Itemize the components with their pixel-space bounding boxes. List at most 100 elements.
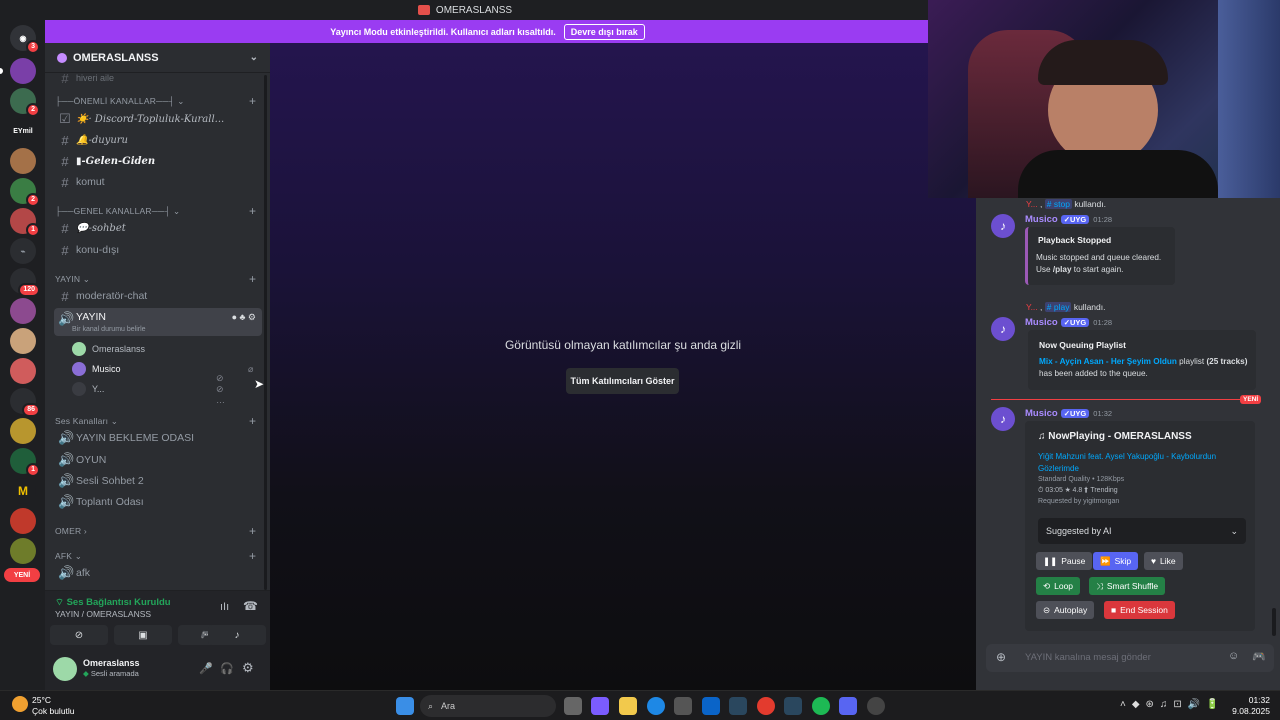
- add-channel-icon[interactable]: +: [249, 549, 256, 563]
- category-important[interactable]: ├──ÖNEMLİ KANALLAR──┤ ⌄ +: [55, 94, 256, 108]
- category-voice[interactable]: Ses Kanalları ⌄ +: [55, 414, 256, 428]
- channel-komut[interactable]: # komut: [54, 172, 262, 192]
- channel-gelen-giden[interactable]: # ▮ -Gelen-Giden: [54, 151, 262, 171]
- file-explorer-icon[interactable]: [619, 697, 637, 715]
- screen-share-button[interactable]: ▣: [114, 625, 172, 645]
- pause-button[interactable]: ❚❚ Pause: [1036, 552, 1093, 570]
- server-icon[interactable]: [10, 148, 36, 174]
- username[interactable]: Omeraslanss: [83, 658, 140, 668]
- like-button[interactable]: ♥ Like: [1144, 552, 1183, 570]
- server-icon[interactable]: 1: [10, 448, 40, 477]
- store-icon[interactable]: [674, 697, 692, 715]
- voice-channel-path[interactable]: YAYIN / OMERASLANSS: [55, 609, 151, 619]
- microphone-icon[interactable]: 🎤: [199, 662, 213, 675]
- track-link[interactable]: Yiğit Mahzuni feat. Aysel Yakupoğlu - Ka…: [1038, 451, 1248, 475]
- add-attachment-icon[interactable]: ⊕: [996, 650, 1006, 664]
- voice-channel[interactable]: 🔊 YAYIN BEKLEME ODASI: [54, 428, 262, 448]
- voice-status[interactable]: ⌔ Ses Bağlantısı Kuruldu: [55, 597, 171, 608]
- avatar[interactable]: [53, 657, 77, 681]
- voice-member[interactable]: Omeraslanss: [72, 340, 145, 358]
- spotify-icon[interactable]: [812, 697, 830, 715]
- steam-icon[interactable]: [784, 697, 802, 715]
- bot-avatar[interactable]: ♪: [991, 407, 1015, 431]
- server-icon[interactable]: EYmil: [10, 118, 36, 144]
- outlook-icon[interactable]: [702, 697, 720, 715]
- channel-faded[interactable]: # hiveri aile: [54, 73, 262, 83]
- server-icon[interactable]: [10, 418, 36, 444]
- add-channel-icon[interactable]: +: [249, 524, 256, 538]
- server-icon[interactable]: [10, 328, 36, 354]
- emoji-icon[interactable]: ☺: [1228, 650, 1239, 662]
- speaker-icon[interactable]: ⌁: [10, 238, 36, 264]
- skip-button[interactable]: ⏩ Skip: [1093, 552, 1139, 570]
- discord-home-icon[interactable]: ◉ 3: [10, 25, 40, 54]
- loop-button[interactable]: ⟲ Loop: [1036, 577, 1081, 595]
- voice-member[interactable]: Y... ⊘ ⊘ …: [72, 373, 225, 405]
- add-channel-icon[interactable]: +: [249, 414, 256, 428]
- noise-icon[interactable]: ıIı: [220, 601, 229, 613]
- message-input[interactable]: ⊕ YAYIN kanalına mesaj gönder ☺ 🎮: [986, 644, 1274, 672]
- camera-off-button[interactable]: ⊘: [50, 625, 108, 645]
- show-all-participants-button[interactable]: Tüm Katılımcıları Göster: [566, 368, 679, 394]
- channel-status[interactable]: Bir kanal durumu belirle: [72, 326, 146, 333]
- autoplay-button[interactable]: ⊝ Autoplay: [1036, 601, 1095, 619]
- voice-channel[interactable]: 🔊 Toplantı Odası: [54, 492, 262, 512]
- channel-moderator-chat[interactable]: # moderatör-chat: [54, 286, 262, 306]
- add-channel-icon[interactable]: +: [249, 204, 256, 218]
- server-icon[interactable]: [10, 508, 36, 534]
- app-icon[interactable]: [867, 697, 885, 715]
- server-icon[interactable]: 2: [10, 88, 40, 117]
- category-yayin[interactable]: YAYIN ⌄ +: [55, 272, 256, 286]
- weather-temp[interactable]: 25°C: [32, 695, 51, 705]
- voice-channel[interactable]: 🔊 Sesli Sohbet 2: [54, 471, 262, 491]
- category-omer[interactable]: OMER › +: [55, 524, 256, 538]
- channel-rules[interactable]: ☑ ☀️ · Discord-Topluluk-Kurall...: [54, 109, 262, 129]
- add-channel-icon[interactable]: +: [249, 94, 256, 108]
- settings-gear-icon[interactable]: ⚙: [242, 660, 254, 676]
- category-afk[interactable]: AFK ⌄ +: [55, 549, 256, 563]
- server-icon[interactable]: 2: [10, 178, 40, 207]
- category-general[interactable]: ├──GENEL KANALLAR──┤ ⌄ +: [55, 204, 256, 218]
- server-icon[interactable]: M: [10, 478, 36, 504]
- bot-avatar[interactable]: ♪: [991, 214, 1015, 238]
- server-icon[interactable]: 120: [10, 268, 40, 297]
- disable-button[interactable]: Devre dışı bırak: [563, 23, 645, 40]
- channel-sohbet[interactable]: # 💬 -sohbet: [54, 218, 262, 238]
- server-icon[interactable]: 1: [10, 208, 40, 237]
- steam-icon[interactable]: [729, 697, 747, 715]
- server-icon[interactable]: [10, 298, 36, 324]
- weather-desc[interactable]: Çok bulutlu: [32, 706, 75, 716]
- voice-channel-afk[interactable]: 🔊 afk: [54, 563, 262, 583]
- chat-scrollbar[interactable]: [1272, 608, 1276, 636]
- copilot-icon[interactable]: [591, 697, 609, 715]
- task-view-icon[interactable]: [564, 697, 582, 715]
- soundboard-button[interactable]: ♪: [208, 625, 266, 645]
- discord-icon[interactable]: [839, 697, 857, 715]
- chrome-icon[interactable]: [757, 697, 775, 715]
- headphones-icon[interactable]: 🎧: [220, 662, 234, 675]
- smart-shuffle-button[interactable]: ⤨ Smart Shuffle: [1089, 577, 1166, 595]
- clock-time[interactable]: 01:32: [1240, 695, 1270, 705]
- gamepad-icon[interactable]: 🎮: [1252, 650, 1266, 663]
- channel-duyuru[interactable]: # 🔔 -duyuru: [54, 130, 262, 150]
- edge-icon[interactable]: [647, 697, 665, 715]
- channel-konu-disi[interactable]: # konu-dışı: [54, 240, 262, 260]
- voice-channel-yayin[interactable]: 🔊 YAYIN Bir kanal durumu belirle ● ♣ ⚙: [54, 308, 262, 336]
- voice-channel[interactable]: 🔊 OYUN: [54, 450, 262, 470]
- server-icon[interactable]: [10, 358, 36, 384]
- server-icon[interactable]: [10, 58, 36, 84]
- weather-icon[interactable]: [12, 696, 28, 712]
- system-tray-icons[interactable]: ˄◆⊛♫⊡🔊🔋: [1120, 699, 1225, 710]
- suggestion-select[interactable]: Suggested by AI ⌄: [1038, 518, 1246, 544]
- guild-header[interactable]: OMERASLANSS ⌄: [45, 43, 270, 73]
- bot-avatar[interactable]: ♪: [991, 317, 1015, 341]
- sidebar-scrollbar[interactable]: [264, 75, 267, 590]
- end-session-button[interactable]: ■ End Session: [1104, 601, 1175, 619]
- add-channel-icon[interactable]: +: [249, 272, 256, 286]
- search-box[interactable]: ⌕ Ara: [420, 695, 556, 717]
- start-icon[interactable]: [396, 697, 414, 715]
- disconnect-icon[interactable]: ☎: [243, 599, 258, 613]
- server-icon[interactable]: 86: [10, 388, 40, 417]
- clock-date[interactable]: 9.08.2025: [1222, 706, 1270, 716]
- voice-member[interactable]: Musico ⌀: [72, 360, 253, 378]
